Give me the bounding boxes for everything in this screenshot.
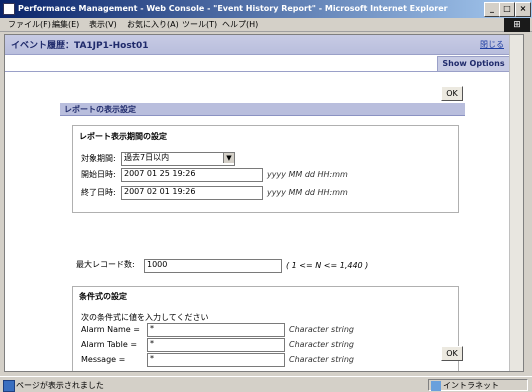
conditions-instruction: 次の条件式に値を入力してください	[81, 313, 209, 322]
intranet-icon	[431, 381, 441, 391]
menu-view[interactable]: 表示(V)	[89, 19, 117, 31]
ok-button-top[interactable]: OK	[441, 86, 463, 101]
menu-bar: ファイル(F) 編集(E) 表示(V) お気に入り(A) ツール(T) ヘルプ(…	[0, 18, 532, 32]
vertical-scrollbar[interactable]	[509, 35, 523, 371]
maximize-button[interactable]: □	[499, 2, 515, 17]
alarm-name-label: Alarm Name =	[81, 325, 140, 334]
target-period-label: 対象期間:	[81, 154, 116, 163]
max-records-hint: ( 1 <= N <= 1,440 )	[286, 261, 369, 270]
message-label: Message =	[81, 355, 126, 364]
close-window-button[interactable]: ×	[515, 2, 531, 17]
menu-file[interactable]: ファイル(F)	[8, 19, 51, 31]
panel-header: レポートの表示設定	[60, 103, 465, 116]
start-time-label: 開始日時:	[81, 170, 116, 179]
menu-tools[interactable]: ツール(T)	[182, 19, 217, 31]
browser-content: イベント履歴：TA1JP1-Host01 閉じる Show Options OK…	[4, 34, 524, 372]
status-text: ページが表示されました	[16, 381, 104, 390]
divider	[5, 71, 510, 72]
zone-text: イントラネット	[443, 381, 499, 390]
alarm-table-hint: Character string	[289, 340, 355, 349]
max-records-input[interactable]: 1000	[144, 259, 282, 273]
windows-logo-icon: ⊞	[504, 18, 530, 32]
status-bar: ページが表示されました イントラネット	[0, 376, 532, 392]
end-time-format-hint: yyyy MM dd HH:mm	[267, 188, 348, 197]
message-hint: Character string	[289, 355, 355, 364]
end-time-label: 終了日時:	[81, 188, 116, 197]
alarm-table-input[interactable]: *	[147, 338, 285, 352]
target-period-select[interactable]: 過去7日以内 ▼	[121, 152, 235, 166]
conditions-title: 条件式の設定	[79, 292, 127, 301]
title-bar: Performance Management - Web Console - "…	[0, 0, 532, 18]
ok-button-bottom[interactable]: OK	[441, 346, 463, 361]
window-title: Performance Management - Web Console - "…	[18, 4, 448, 13]
alarm-name-input[interactable]: *	[147, 323, 285, 337]
conditions-box: 条件式の設定 次の条件式に値を入力してください Alarm Name = * C…	[72, 286, 459, 371]
period-settings-box: レポート表示期間の設定 対象期間: 過去7日以内 ▼ 開始日時: 2007 01…	[72, 125, 459, 213]
page-title: イベント履歴：TA1JP1-Host01	[11, 41, 149, 51]
chevron-down-icon[interactable]: ▼	[223, 153, 234, 163]
max-records-label: 最大レコード数:	[76, 260, 135, 269]
alarm-name-hint: Character string	[289, 325, 355, 334]
end-time-input[interactable]: 2007 02 01 19:26	[121, 186, 263, 200]
show-options-tab[interactable]: Show Options	[437, 56, 510, 71]
zone-indicator: イントラネット	[428, 379, 528, 391]
period-settings-title: レポート表示期間の設定	[79, 132, 167, 141]
close-link[interactable]: 閉じる	[480, 39, 504, 50]
target-period-value: 過去7日以内	[124, 153, 170, 162]
report-settings-panel: レポートの表示設定 レポート表示期間の設定 対象期間: 過去7日以内 ▼ 開始日…	[60, 103, 465, 371]
start-time-format-hint: yyyy MM dd HH:mm	[267, 170, 348, 179]
minimize-button[interactable]: _	[484, 2, 500, 17]
message-input[interactable]: *	[147, 353, 285, 367]
menu-edit[interactable]: 編集(E)	[52, 19, 79, 31]
page-done-icon	[3, 380, 15, 392]
start-time-input[interactable]: 2007 01 25 19:26	[121, 168, 263, 182]
page-header: イベント履歴：TA1JP1-Host01 閉じる	[5, 35, 510, 55]
panel-title: レポートの表示設定	[64, 105, 136, 114]
menu-favorites[interactable]: お気に入り(A)	[127, 19, 179, 31]
alarm-table-label: Alarm Table =	[81, 340, 138, 349]
app-icon	[3, 3, 15, 15]
menu-help[interactable]: ヘルプ(H)	[222, 19, 258, 31]
